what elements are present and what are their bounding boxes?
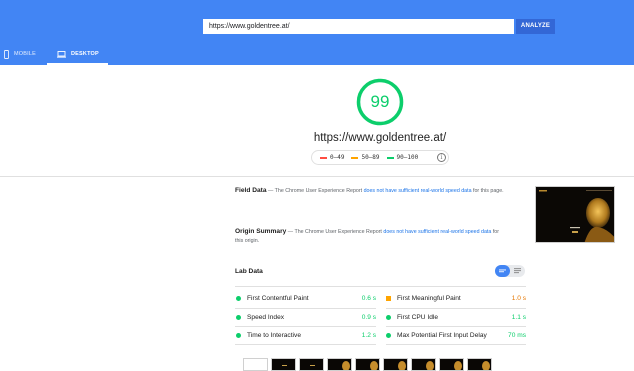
filmstrip-frame <box>411 358 436 371</box>
lab-data-title: Lab Data <box>235 268 263 275</box>
metric-rule <box>386 344 526 345</box>
field-data-link[interactable]: does not have sufficient real-world spee… <box>364 188 472 194</box>
pass-indicator-icon <box>236 295 241 301</box>
filmstrip-frame <box>467 358 492 371</box>
info-icon[interactable]: i <box>437 153 446 162</box>
analyze-button[interactable]: ANALYZE <box>516 19 555 34</box>
score-legend: 0–49 50–89 90–100 <box>311 150 449 165</box>
summary-view-icon[interactable] <box>495 265 510 277</box>
pass-indicator-icon <box>386 314 391 320</box>
filmstrip-frame <box>439 358 464 371</box>
legend-average-range: 50–89 <box>361 154 380 161</box>
metric-label: First CPU Idle <box>397 313 439 321</box>
metric-value: 1.0 s <box>511 294 526 302</box>
view-toggle[interactable] <box>495 265 525 277</box>
legend-average: 50–89 <box>351 154 380 161</box>
field-data-section: Field Data — The Chrome User Experience … <box>235 186 505 196</box>
filmstrip <box>243 358 492 371</box>
metric-label: Time to Interactive <box>247 331 301 339</box>
metric-speed-index: Speed Index 0.9 s <box>236 309 376 325</box>
list-view-icon[interactable] <box>510 265 525 277</box>
lab-data-rule <box>235 286 526 287</box>
metric-rule <box>235 344 376 345</box>
filmstrip-frame <box>327 358 352 371</box>
filmstrip-frame <box>383 358 408 371</box>
tab-desktop-label: DESKTOP <box>71 51 99 57</box>
average-indicator-icon <box>386 295 391 301</box>
legend-fail: 0–49 <box>320 154 344 161</box>
origin-summary-section: Origin Summary — The Chrome User Experie… <box>235 227 505 246</box>
metric-first-meaningful-paint: First Meaningful Paint 1.0 s <box>386 290 526 306</box>
filmstrip-frame <box>243 358 268 371</box>
metric-first-contentful-paint: First Contentful Paint 0.6 s <box>236 290 376 306</box>
metric-label: First Contentful Paint <box>247 294 309 302</box>
performance-score: 99 <box>370 92 390 111</box>
pass-indicator-icon <box>386 332 391 338</box>
top-bar: ANALYZE MOBILE DESKTOP <box>0 0 634 65</box>
metric-value: 1.1 s <box>511 313 526 321</box>
metric-max-potential-fid: Max Potential First Input Delay 70 ms <box>386 327 526 343</box>
tab-mobile[interactable]: MOBILE <box>4 43 36 65</box>
legend-pass-range: 90–100 <box>396 154 419 161</box>
field-data-text: — The Chrome User Experience Report <box>266 188 364 194</box>
metric-value: 0.9 s <box>361 313 376 321</box>
field-data-label: Field Data <box>235 187 267 194</box>
metric-label: Max Potential First Input Delay <box>397 331 487 339</box>
legend-fail-range: 0–49 <box>330 154 345 161</box>
origin-summary-label: Origin Summary <box>235 228 287 235</box>
metric-value: 1.2 s <box>361 331 376 339</box>
origin-summary-link[interactable]: does not have sufficient real-world spee… <box>383 229 491 235</box>
filmstrip-frame <box>271 358 296 371</box>
section-divider <box>0 176 634 177</box>
pass-indicator-icon <box>236 314 241 320</box>
metric-first-cpu-idle: First CPU Idle 1.1 s <box>386 309 526 325</box>
origin-summary-text: — The Chrome User Experience Report <box>286 229 384 235</box>
desktop-icon <box>57 50 66 58</box>
phone-icon <box>4 49 9 59</box>
final-screenshot-thumbnail <box>535 186 615 243</box>
metric-label: Speed Index <box>247 313 285 321</box>
pass-indicator-icon <box>236 332 241 338</box>
tab-desktop[interactable]: DESKTOP <box>47 43 108 65</box>
filmstrip-frame <box>355 358 380 371</box>
tab-selection-indicator <box>47 63 108 65</box>
metric-value: 0.6 s <box>361 294 376 302</box>
metric-value: 70 ms <box>508 331 526 339</box>
metric-time-to-interactive: Time to Interactive 1.2 s <box>236 327 376 343</box>
field-data-suffix: for this page. <box>471 188 504 194</box>
filmstrip-frame <box>299 358 324 371</box>
tab-mobile-label: MOBILE <box>14 51 36 57</box>
url-input[interactable] <box>203 19 514 34</box>
analyzed-url: https://www.goldentree.at/ <box>313 132 447 144</box>
legend-pass: 90–100 <box>386 154 419 161</box>
metric-label: First Meaningful Paint <box>397 294 461 302</box>
